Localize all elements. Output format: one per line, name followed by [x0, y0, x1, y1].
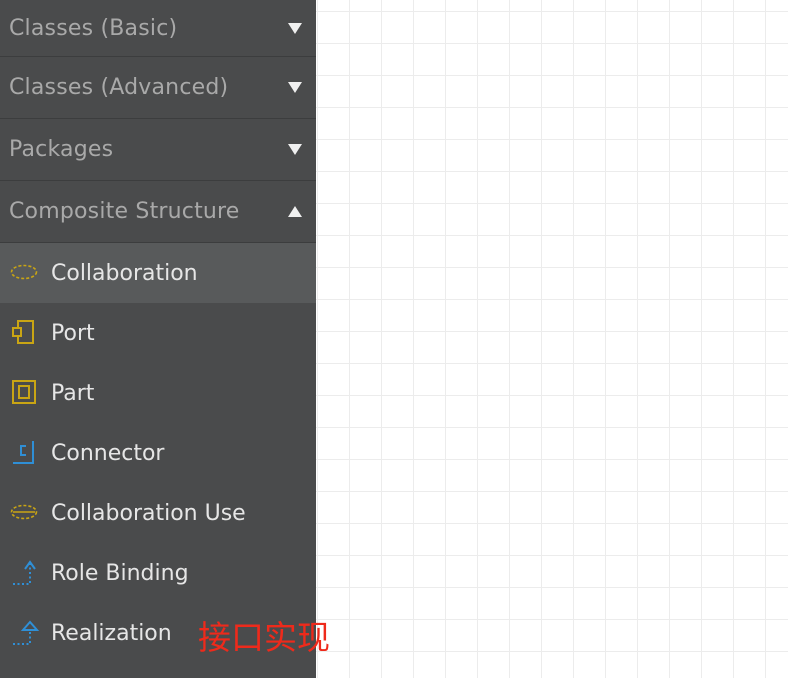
palette-item-role-binding[interactable]: Role Binding [0, 543, 316, 603]
palette-item-collaboration[interactable]: Collaboration [0, 243, 316, 303]
collaboration-icon [10, 258, 40, 288]
section-label: Composite Structure [9, 199, 240, 224]
section-classes-basic[interactable]: Classes (Basic) [0, 0, 316, 57]
annotation-text: 接口实现 [198, 618, 330, 657]
item-label: Collaboration Use [51, 500, 246, 526]
diagram-canvas[interactable] [316, 0, 788, 678]
palette-item-connector[interactable]: Connector [0, 423, 316, 483]
item-label: Realization [51, 620, 172, 646]
item-label: Collaboration [51, 260, 198, 286]
palette-item-port[interactable]: Port [0, 303, 316, 363]
expand-arrow-icon [288, 82, 302, 93]
role-binding-icon [10, 558, 40, 588]
item-label: Port [51, 320, 95, 346]
section-classes-advanced[interactable]: Classes (Advanced) [0, 57, 316, 119]
section-label: Packages [9, 137, 114, 162]
expand-arrow-icon [288, 144, 302, 155]
palette-item-collaboration-use[interactable]: Collaboration Use [0, 483, 316, 543]
port-icon [10, 318, 40, 348]
palette-item-part[interactable]: Part [0, 363, 316, 423]
item-label: Part [51, 380, 95, 406]
palette-sidebar: Classes (Basic) Classes (Advanced) Packa… [0, 0, 316, 678]
collapse-arrow-icon [288, 206, 302, 217]
section-label: Classes (Basic) [9, 15, 178, 41]
connector-icon [10, 438, 40, 468]
part-icon [10, 378, 40, 408]
item-label: Role Binding [51, 560, 189, 586]
realization-icon [10, 618, 40, 648]
section-packages[interactable]: Packages [0, 119, 316, 181]
expand-arrow-icon [288, 22, 302, 34]
item-label: Connector [51, 440, 165, 466]
section-composite-structure[interactable]: Composite Structure [0, 181, 316, 243]
section-label: Classes (Advanced) [9, 75, 229, 100]
collaboration-use-icon [10, 498, 40, 528]
